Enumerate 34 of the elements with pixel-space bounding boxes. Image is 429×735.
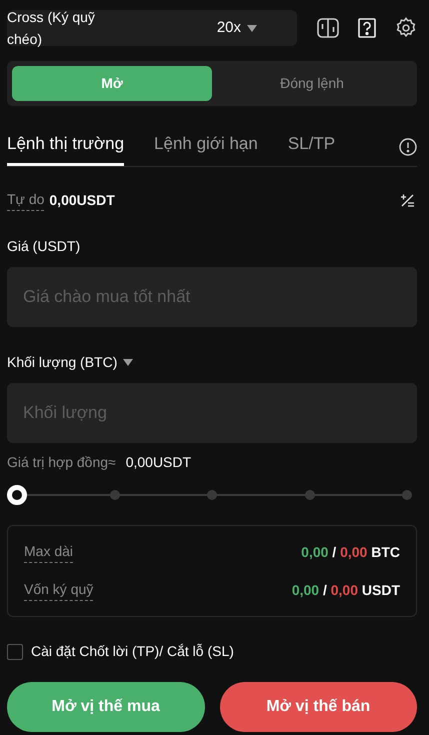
input-field[interactable]: Khối lượng	[7, 383, 417, 443]
margin-mode-selector[interactable]: Cross (Ký quỹ chéo) 20x	[7, 10, 297, 46]
slider-step[interactable]	[304, 490, 314, 500]
sell-button[interactable]: Mở vị thế bán	[220, 682, 417, 732]
slider-thumb[interactable]	[7, 485, 27, 505]
checkbox-label: Cài đặt Chốt lời (TP)/ Cắt lỗ (SL)	[31, 642, 234, 661]
plus-minus-icon[interactable]	[400, 192, 415, 208]
margin-mode-label: Cross (Ký quỹ chéo)	[7, 8, 96, 49]
field-label: Giá (USDT)	[7, 237, 80, 256]
summary-label: Vốn ký quỹ	[24, 579, 94, 601]
caret-icon[interactable]	[123, 359, 134, 366]
summary-label: Max dài	[24, 541, 74, 563]
contract-value-label: Giá trị hợp đồng≈	[7, 453, 116, 472]
summary-value: 0,00 / 0,00 USDT	[292, 580, 400, 600]
field-label: Khối lượng (BTC)	[7, 353, 118, 372]
order-tab[interactable]: SL/TP	[288, 131, 336, 166]
summary-value: 0,00 / 0,00 BTC	[301, 542, 400, 562]
slider-step[interactable]	[110, 490, 120, 500]
order-tab[interactable]: Lệnh thị trường	[7, 131, 124, 166]
help-icon[interactable]	[357, 17, 377, 39]
order-tab[interactable]: Lệnh giới hạn	[154, 131, 258, 166]
slider-step[interactable]	[402, 490, 412, 500]
info-icon[interactable]	[399, 138, 417, 156]
available-label: Tự do	[7, 189, 44, 211]
input-field[interactable]: Giá chào mua tốt nhất	[7, 267, 417, 327]
available-value: 0,00USDT	[49, 190, 115, 210]
settings-icon[interactable]	[395, 17, 417, 39]
leverage-value: 20x	[216, 18, 241, 38]
side-tab[interactable]: Đóng lệnh	[212, 66, 412, 101]
panel-icon[interactable]	[317, 17, 339, 39]
slider-step[interactable]	[207, 490, 217, 500]
caret-icon	[247, 24, 257, 32]
contract-value: 0,00USDT	[126, 453, 192, 472]
checkbox[interactable]	[7, 644, 23, 660]
